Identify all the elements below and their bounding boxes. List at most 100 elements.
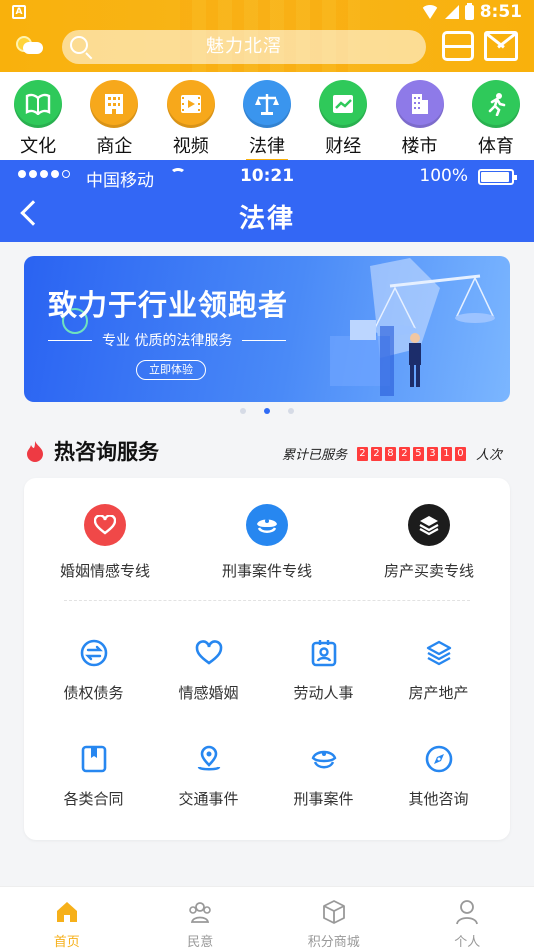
service-criminal[interactable]: 刑事案件 [266,744,381,809]
banner-pager [0,408,534,414]
digit: 8 [384,446,396,461]
served-counter: 累计已服务 2 2 8 2 5 3 1 0 人次 [282,444,502,463]
tab-label: 首页 [53,935,80,950]
category-label: 商企 [96,136,133,157]
digit: 2 [356,446,368,461]
digit: 3 [426,446,438,461]
film-icon [166,80,215,128]
search-bar[interactable]: 魅力北滘 [62,30,426,64]
service-other[interactable]: 其他咨询 [381,744,496,809]
hotline-property[interactable]: 房产买卖专线 [348,504,510,581]
bottom-tab-bar: 首页 民意 积分商城 个人 [0,886,534,950]
banner-title: 致力于行业领跑者 [48,288,289,322]
chart-icon [319,80,368,128]
exchange-icon [79,638,109,668]
service-label: 情感婚姻 [178,684,239,702]
banner-try-button[interactable]: 立即体验 [136,360,206,380]
compass-icon [424,744,454,774]
tab-opinion[interactable]: 民意 [134,887,268,950]
category-business[interactable]: 商企 [76,72,152,160]
people-icon [189,902,212,923]
served-digits: 2 2 8 2 5 3 1 0 [356,446,466,461]
digit: 1 [440,446,452,461]
scan-icon[interactable] [442,31,474,61]
justice-illustration [330,258,495,396]
search-placeholder: 魅力北滘 [206,36,282,57]
category-law[interactable]: 法律 [229,72,305,160]
category-culture[interactable]: 文化 [0,72,76,160]
service-traffic[interactable]: 交通事件 [151,744,266,809]
notification-a-icon: A [12,5,26,19]
service-label: 其他咨询 [408,790,469,808]
hotline-criminal[interactable]: 刑事案件专线 [186,504,348,581]
status-time: 8:51 [479,2,522,22]
category-label: 体育 [477,136,514,157]
book-icon [14,80,63,128]
pager-dot-active[interactable] [264,408,270,414]
category-video[interactable]: 视频 [153,72,229,160]
mail-icon[interactable] [484,31,518,61]
digit: 2 [398,446,410,461]
category-label: 法律 [229,132,305,162]
service-contract[interactable]: 各类合同 [36,744,151,809]
tab-home[interactable]: 首页 [0,887,134,950]
app-screen: A 8:51 魅力北滘 文化 商企 视频 法律 财经 楼市 体育 中国移动 10… [0,0,534,950]
service-grid-row-2: 各类合同 交通事件 刑事案件 其他咨询 [24,744,510,809]
building-icon [90,80,139,128]
banner-subtitle-row: 专业 优质的法律服务 [48,330,287,350]
battery-icon [478,169,517,185]
category-finance[interactable]: 财经 [305,72,381,160]
scale-icon [242,80,291,128]
service-label: 交通事件 [178,790,239,808]
category-property[interactable]: 楼市 [381,72,457,160]
category-sports[interactable]: 体育 [458,72,534,160]
tower-icon [395,80,444,128]
pager-dot[interactable] [288,408,294,414]
tab-label: 个人 [454,935,481,950]
law-page-header: 中国移动 10:21 100% 法律 [0,160,534,242]
layers-outline-icon [424,638,454,668]
location-pin-icon [194,744,224,774]
battery-icon [464,2,474,20]
tab-points-mall[interactable]: 积分商城 [267,887,401,950]
heart-icon [84,504,126,546]
signal-icon [444,5,459,19]
hot-service-header: 热咨询服务 累计已服务 2 2 8 2 5 3 1 0 人次 [24,436,510,466]
category-label: 视频 [172,136,209,157]
promo-banner[interactable]: 致力于行业领跑者 专业 优质的法律服务 立即体验 [24,256,510,402]
category-label: 财经 [325,136,362,157]
service-debt[interactable]: 债权债务 [36,638,151,703]
android-status-bar: A 8:51 [0,0,534,26]
badge-icon [309,638,339,668]
ios-status-bar: 中国移动 10:21 100% [0,160,534,194]
hotline-label: 房产买卖专线 [383,562,474,580]
weather-icon[interactable] [16,34,44,56]
runner-icon [471,80,520,128]
service-marriage[interactable]: 情感婚姻 [151,638,266,703]
service-labor[interactable]: 劳动人事 [266,638,381,703]
pager-dot[interactable] [240,408,246,414]
layers-icon [408,504,450,546]
digit: 2 [370,446,382,461]
search-icon [70,36,88,54]
hotline-label: 刑事案件专线 [221,562,312,580]
category-label: 楼市 [401,136,438,157]
hotline-marriage[interactable]: 婚姻情感专线 [24,504,186,581]
app-header: 魅力北滘 [0,28,534,68]
contract-icon [79,744,109,774]
home-icon [56,902,77,922]
fire-icon [27,441,43,462]
user-icon [456,900,479,925]
category-label: 文化 [20,136,57,157]
police-cap-icon [246,504,288,546]
tab-label: 积分商城 [307,935,360,950]
category-row: 文化 商企 视频 法律 财经 楼市 体育 [0,72,534,160]
section-title: 热咨询服务 [54,440,159,464]
tab-profile[interactable]: 个人 [401,887,534,950]
service-realestate[interactable]: 房产地产 [381,638,496,703]
served-suffix: 人次 [475,448,502,463]
divider [64,600,470,601]
hotline-row: 婚姻情感专线 刑事案件专线 房产买卖专线 [24,504,510,581]
nav-bar: 法律 [0,194,534,242]
service-grid-row-1: 债权债务 情感婚姻 劳动人事 房产地产 [24,638,510,703]
